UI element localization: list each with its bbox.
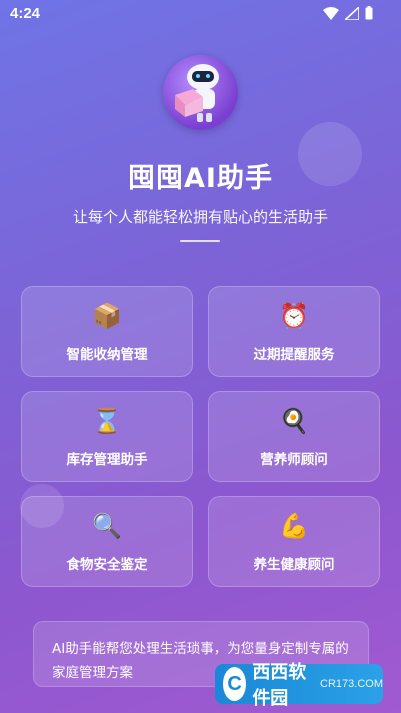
- alarm-clock-icon: ⏰: [279, 302, 309, 330]
- magnifier-icon: 🔍: [92, 512, 122, 540]
- feature-label: 库存管理助手: [66, 452, 148, 468]
- wifi-icon: [323, 6, 339, 20]
- box-icon: 📦: [92, 302, 122, 330]
- feature-card-expiry[interactable]: ⏰ 过期提醒服务: [208, 286, 380, 377]
- status-time: 4:24: [10, 5, 41, 22]
- hourglass-icon: ⌛: [92, 407, 122, 435]
- feature-card-inventory[interactable]: ⌛ 库存管理助手: [21, 391, 193, 482]
- frying-pan-icon: 🍳: [279, 407, 309, 435]
- feature-label: 食物安全鉴定: [66, 557, 148, 573]
- title-divider: [180, 240, 220, 242]
- robot-icon: [175, 64, 219, 122]
- feature-card-nutrition[interactable]: 🍳 营养师顾问: [208, 391, 380, 482]
- robot-avatar: [163, 55, 238, 130]
- signal-icon: [345, 6, 359, 20]
- feature-card-food-safety[interactable]: 🔍 食物安全鉴定: [21, 496, 193, 587]
- feature-card-health[interactable]: 💪 养生健康顾问: [208, 496, 380, 587]
- feature-card-storage[interactable]: 📦 智能收纳管理: [21, 286, 193, 377]
- status-bar: 4:24: [0, 0, 401, 28]
- muscle-icon: 💪: [279, 512, 309, 540]
- watermark-logo-icon: C: [223, 667, 247, 701]
- feature-label: 过期提醒服务: [253, 347, 335, 363]
- status-icons: [323, 6, 373, 20]
- feature-label: 智能收纳管理: [66, 347, 148, 363]
- app-subtitle: 让每个人都能轻松拥有贴心的生活助手: [72, 208, 328, 226]
- feature-label: 营养师顾问: [260, 452, 328, 468]
- battery-icon: [365, 6, 373, 20]
- watermark-url: CR173.COM: [320, 678, 383, 690]
- watermark-badge: C 西西软件园 CR173.COM: [215, 662, 383, 709]
- watermark-name: 西西软件园: [252, 662, 307, 709]
- app-title: 囤囤AI助手: [128, 163, 273, 194]
- feature-label: 养生健康顾问: [253, 557, 335, 573]
